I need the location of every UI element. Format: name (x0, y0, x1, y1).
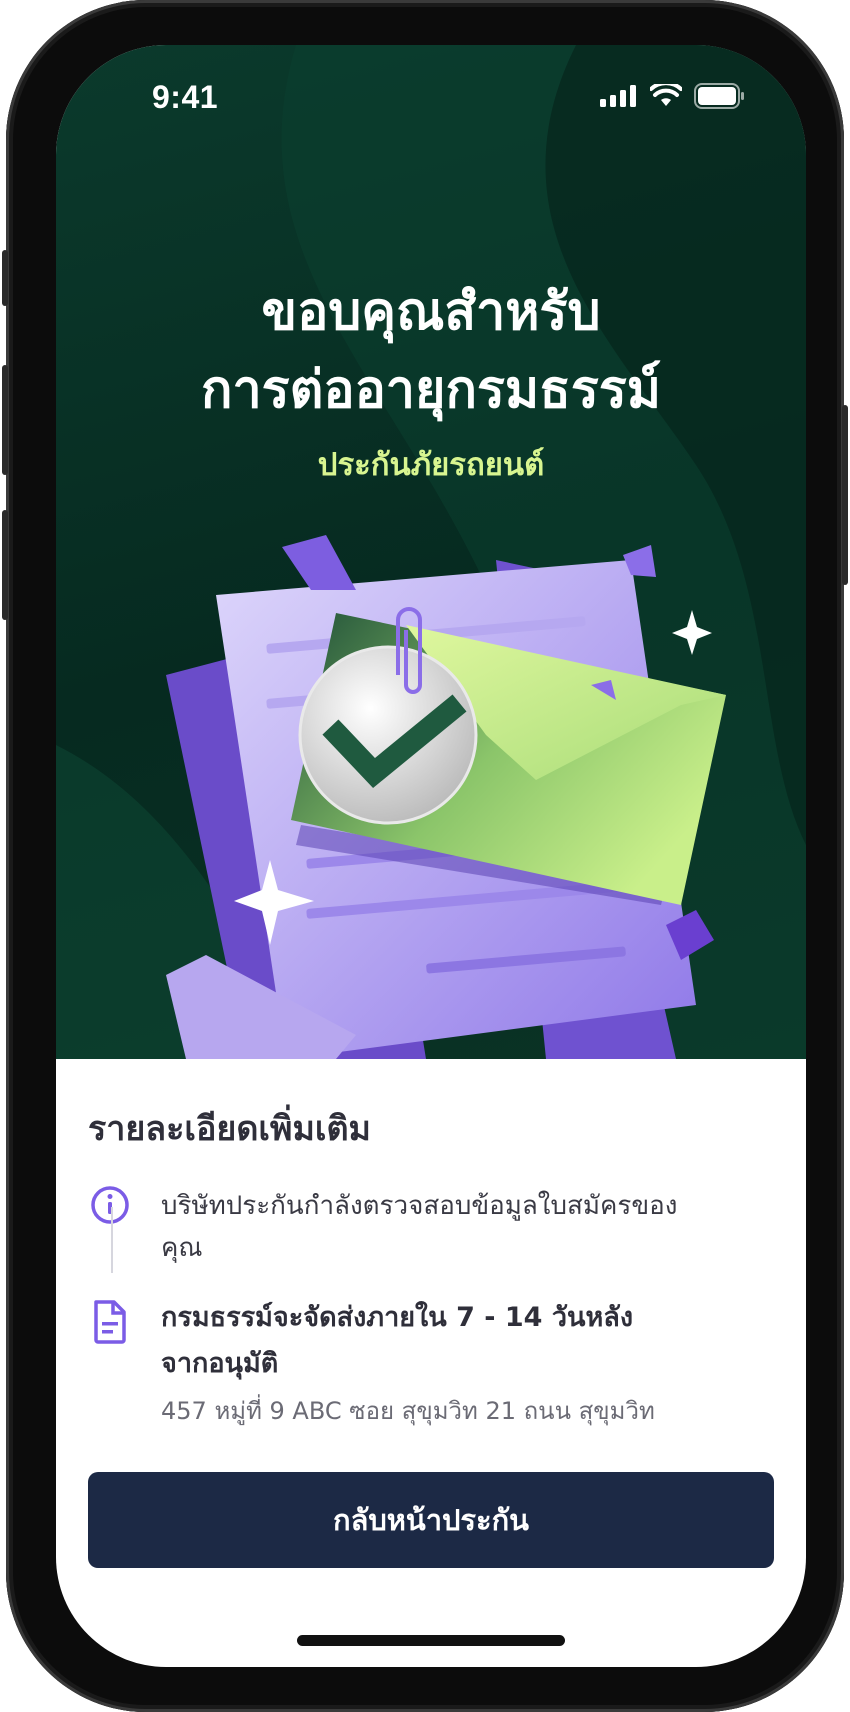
info-text: บริษัทประกันกำลังตรวจสอบข้อมูลใบสมัครของ… (161, 1185, 761, 1269)
timeline-connector (111, 1207, 113, 1273)
info-circle-icon (91, 1186, 129, 1224)
title-line-1: ขอบคุณสำหรับ (261, 282, 601, 342)
volume-down-button (2, 510, 8, 620)
sparkle-icon (672, 610, 712, 655)
policy-approved-illustration (166, 535, 726, 1059)
power-button (842, 405, 848, 585)
details-section: รายละเอียดเพิ่มเติม บริษัทประกันกำลังตรว… (88, 1105, 778, 1425)
phone-frame: 9:41 ขอบคุณสำหรับ การต่ออายุกรมธรรม์ ประ… (2, 0, 848, 1712)
policy-text-line-2: จากอนุมัติ (161, 1348, 279, 1379)
battery-icon (694, 83, 744, 109)
screen: 9:41 ขอบคุณสำหรับ การต่ออายุกรมธรรม์ ประ… (56, 45, 806, 1667)
page-subtitle: ประกันภัยรถยนต์ (317, 447, 545, 483)
delivery-address: 457 หมู่ที่ 9 ABC ซอย สุขุมวิท 21 ถนน สุ… (161, 1397, 655, 1425)
status-bar: 9:41 (56, 45, 806, 145)
policy-text-line-1: กรมธรรม์จะจัดส่งภายใน 7 - 14 วันหลัง (161, 1302, 633, 1333)
info-text-line-1: บริษัทประกันกำลังตรวจสอบข้อมูลใบสมัครของ (161, 1191, 678, 1221)
policy-text: กรมธรรม์จะจัดส่งภายใน 7 - 14 วันหลัง จาก… (161, 1295, 761, 1429)
wifi-icon (650, 84, 682, 106)
status-time: 9:41 (152, 79, 219, 115)
home-indicator[interactable] (297, 1635, 565, 1646)
volume-up-button (2, 365, 8, 475)
hero-section: 9:41 ขอบคุณสำหรับ การต่ออายุกรมธรรม์ ประ… (56, 45, 806, 1059)
title-line-2: การต่ออายุกรมธรรม์ (200, 360, 662, 420)
info-text-line-2: คุณ (161, 1233, 203, 1263)
mute-switch (2, 250, 8, 306)
details-heading: รายละเอียดเพิ่มเติม (88, 1109, 371, 1149)
back-to-insurance-button[interactable]: กลับหน้าประกัน (88, 1472, 774, 1568)
page-title: ขอบคุณสำหรับ การต่ออายุกรมธรรม์ (56, 273, 806, 429)
signal-icon (600, 85, 636, 107)
document-icon (94, 1300, 126, 1344)
